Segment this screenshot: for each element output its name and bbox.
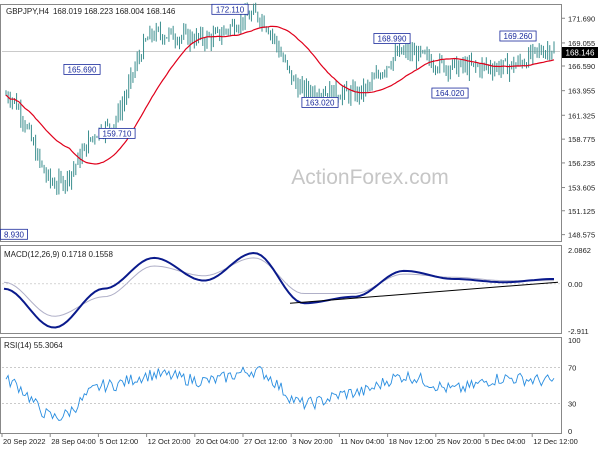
price-bars xyxy=(5,2,555,195)
price-tick-label: 153.605 xyxy=(568,184,595,193)
price-panel-frame xyxy=(0,4,562,242)
price-annotation-label: 8.930 xyxy=(4,230,25,239)
rsi-panel-title: RSI(14) 55.3064 xyxy=(4,341,63,350)
macd-trendline xyxy=(289,281,559,304)
price-tick-label: 163.955 xyxy=(568,87,595,96)
time-tick-label: 28 Sep 04:00 xyxy=(51,437,96,446)
price-annotation-label: 165.690 xyxy=(68,65,97,74)
time-tick-label: 5 Oct 12:00 xyxy=(99,437,138,446)
price-tick-label: 148.575 xyxy=(568,231,595,240)
price-annotation-label: 159.710 xyxy=(103,129,132,138)
time-axis: 20 Sep 2022 28 Sep 04:00 5 Oct 12:00 12 Oct… xyxy=(1,433,578,446)
macd-signal-line xyxy=(3,257,554,317)
macd-indicator: 2.0862 0.00 -2.911 xyxy=(2,246,591,336)
chart-canvas: ActionForex.com GBPJPY,H4 168.019 168.223… xyxy=(0,2,598,446)
price-tick-label: 156.235 xyxy=(568,159,595,168)
price-annotation-label: 164.020 xyxy=(436,89,465,98)
time-tick-label: 11 Nov 04:00 xyxy=(340,437,384,446)
price-annotation-label: 168.990 xyxy=(378,35,407,44)
time-tick-label: 12 Dec 12:00 xyxy=(533,437,578,446)
rsi-line xyxy=(5,365,555,422)
watermark-text: ActionForex.com xyxy=(291,166,449,189)
time-tick-label: 3 Nov 20:00 xyxy=(292,437,332,446)
macd-tick-label: 2.0862 xyxy=(568,246,591,255)
price-annotation-label: 169.260 xyxy=(504,32,533,41)
rsi-tick-label: 70 xyxy=(568,363,576,372)
price-panel-title: GBPJPY,H4 168.019 168.223 168.004 168.146 xyxy=(6,7,176,16)
time-tick-label: 20 Oct 04:00 xyxy=(196,437,239,446)
price-annotations: 172.110 165.690 159.710 168.990 169.260 163.0… xyxy=(0,3,537,240)
time-tick-label: 27 Oct 12:00 xyxy=(244,437,287,446)
price-annotation-label: 163.020 xyxy=(306,98,335,107)
time-tick-label: 12 Oct 20:00 xyxy=(148,437,191,446)
price-tick-label: 169.055 xyxy=(568,39,595,48)
rsi-indicator: 100 70 30 0 xyxy=(2,336,581,436)
current-price-label: 168.146 xyxy=(566,49,595,58)
price-annotation-label: 172.110 xyxy=(216,5,245,14)
rsi-tick-label: 0 xyxy=(568,427,572,436)
price-tick-label: 166.590 xyxy=(568,62,595,71)
forex-chart: ActionForex.com GBPJPY,H4 168.019 168.223… xyxy=(0,0,600,450)
time-tick-label: 25 Nov 20:00 xyxy=(437,437,482,446)
rsi-panel-frame xyxy=(0,337,562,434)
price-tick-label: 151.125 xyxy=(568,207,595,216)
macd-panel-title: MACD(12,26,9) 0.1718 0.1558 xyxy=(4,250,114,259)
rsi-tick-label: 100 xyxy=(568,336,581,345)
price-tick-label: 158.775 xyxy=(568,135,595,144)
price-tick-label: 161.325 xyxy=(568,111,595,120)
macd-line xyxy=(3,251,554,329)
time-tick-label: 20 Sep 2022 xyxy=(3,437,46,446)
time-tick-label: 5 Dec 04:00 xyxy=(485,437,525,446)
macd-tick-label: -2.911 xyxy=(568,327,589,336)
price-tick-label: 171.690 xyxy=(568,14,595,23)
rsi-tick-label: 30 xyxy=(568,400,576,409)
time-tick-label: 18 Nov 12:00 xyxy=(389,437,434,446)
macd-tick-label: 0.00 xyxy=(568,280,583,289)
